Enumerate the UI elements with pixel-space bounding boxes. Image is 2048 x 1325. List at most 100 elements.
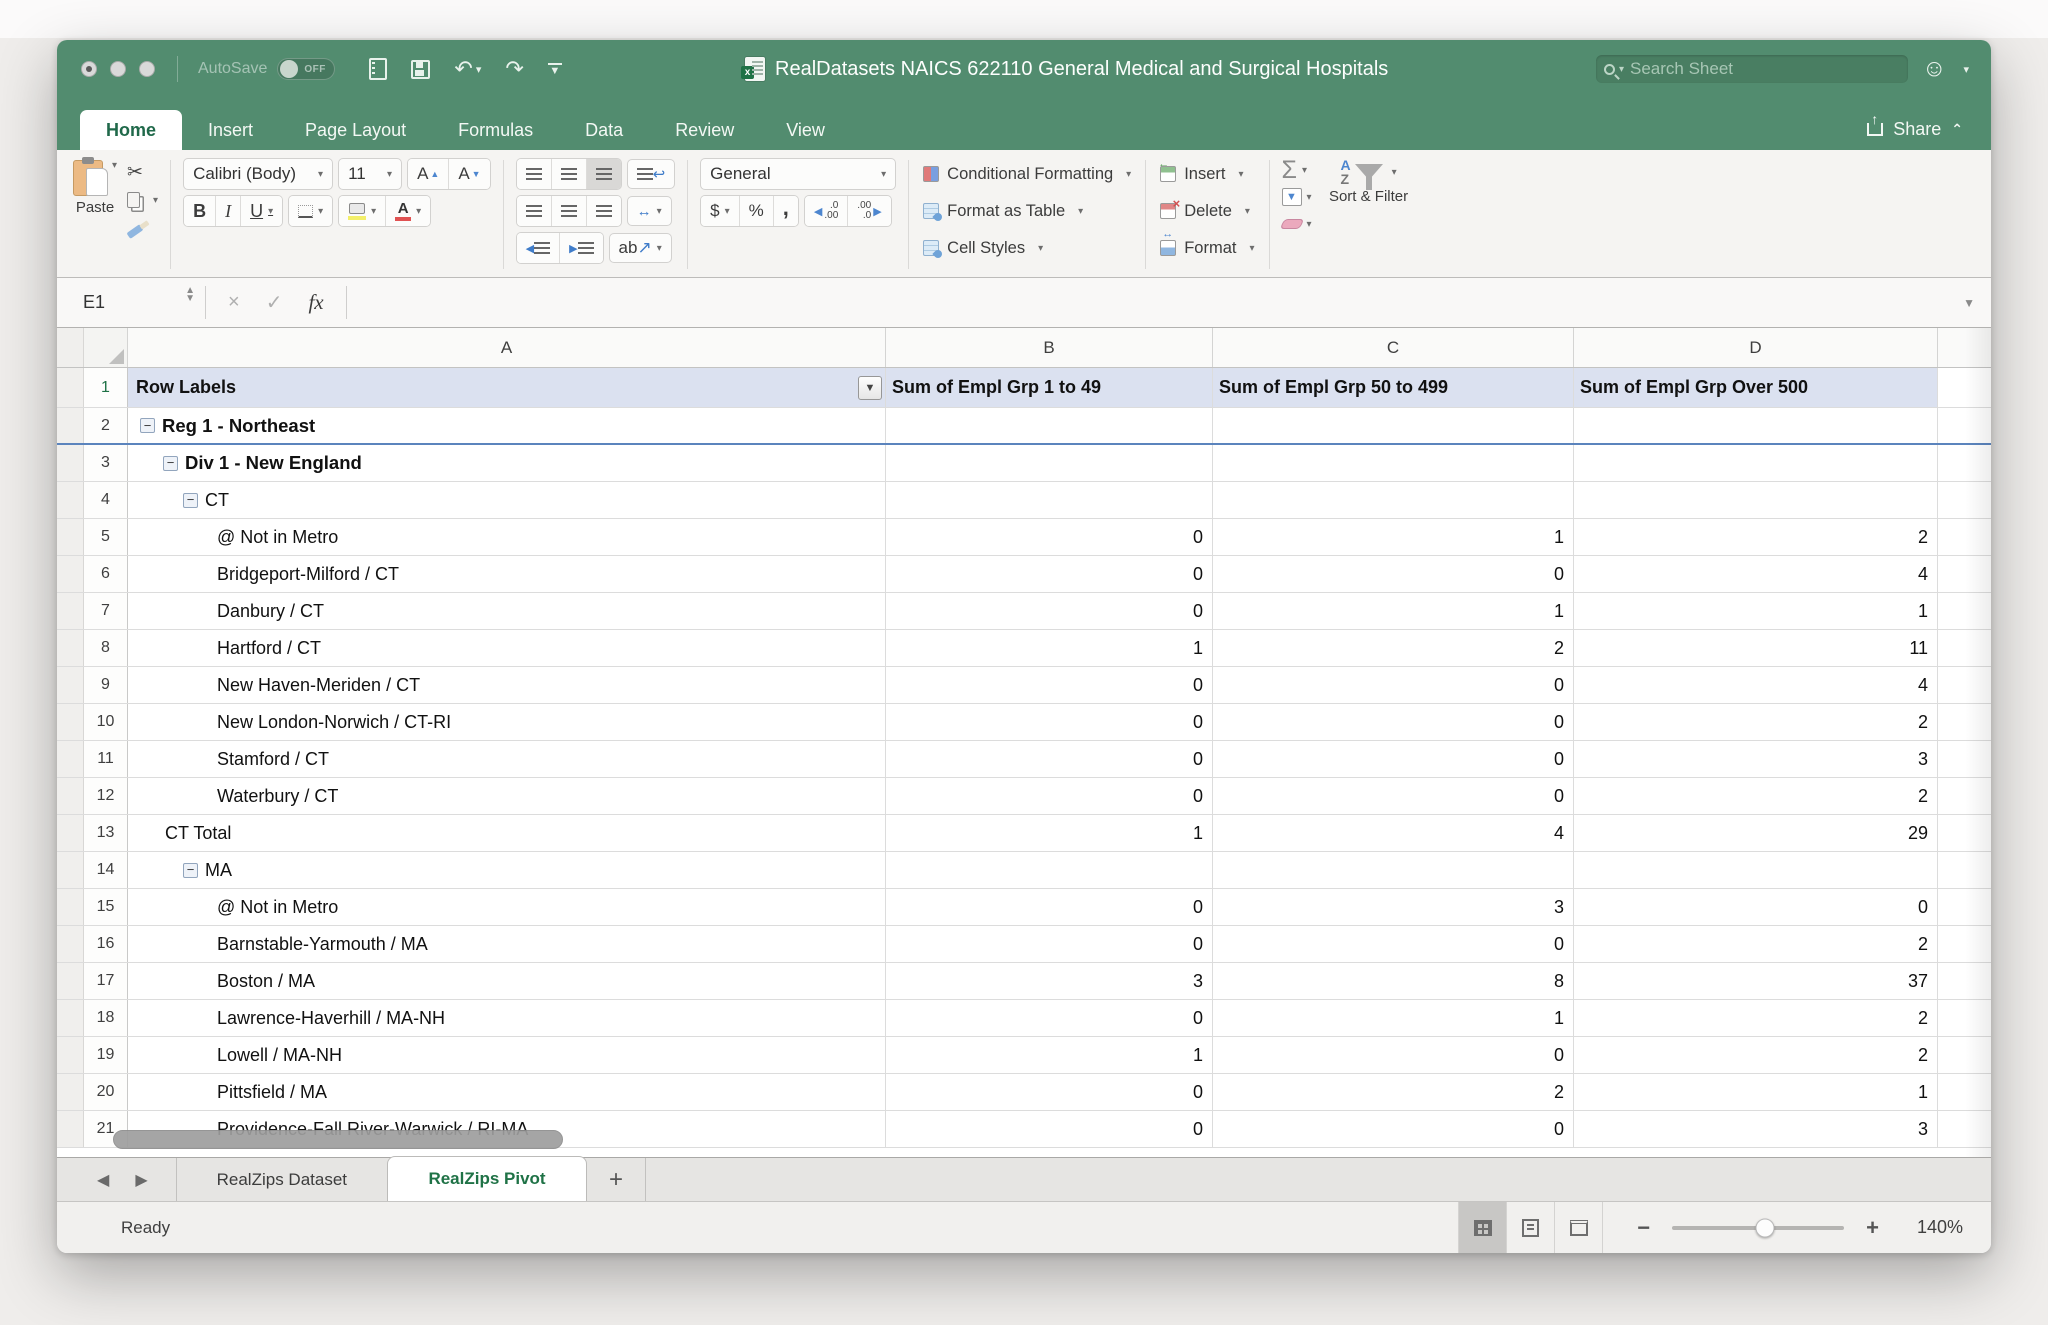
toolbar-overflow-icon[interactable]: ▼ xyxy=(548,63,562,75)
cell[interactable]: 0 xyxy=(886,1111,1213,1147)
row-number[interactable]: 1 xyxy=(84,368,128,407)
cell[interactable] xyxy=(1938,926,1991,962)
cell[interactable]: 3 xyxy=(1213,889,1574,925)
redo-icon[interactable]: ↷ xyxy=(505,58,523,80)
italic-button[interactable]: I xyxy=(216,196,241,226)
cell[interactable]: 2 xyxy=(1574,926,1938,962)
cell[interactable]: 0 xyxy=(886,889,1213,925)
cell[interactable]: 4 xyxy=(1574,556,1938,592)
cell[interactable]: 0 xyxy=(886,926,1213,962)
cell[interactable]: 0 xyxy=(886,704,1213,740)
confirm-entry-icon[interactable]: ✓ xyxy=(266,290,283,315)
cell[interactable]: 29 xyxy=(1574,815,1938,851)
align-top-button[interactable] xyxy=(517,159,552,189)
row-number[interactable]: 2 xyxy=(84,408,128,443)
normal-view-button[interactable] xyxy=(1459,1202,1507,1253)
autosave-toggle[interactable]: OFF xyxy=(277,58,335,80)
cell[interactable] xyxy=(1938,889,1991,925)
zoom-in-button[interactable]: + xyxy=(1866,1215,1879,1241)
cell[interactable]: 2 xyxy=(1574,778,1938,814)
column-header-b[interactable]: B xyxy=(886,328,1213,367)
zoom-slider[interactable] xyxy=(1672,1226,1844,1230)
format-cells-button[interactable]: Format▾ xyxy=(1158,232,1256,264)
close-window-button[interactable] xyxy=(81,61,97,77)
cell[interactable]: 0 xyxy=(1213,1037,1574,1073)
cell[interactable] xyxy=(1574,852,1938,888)
cell[interactable]: 2 xyxy=(1213,630,1574,666)
sheet-tab-realzips-dataset[interactable]: RealZips Dataset xyxy=(177,1158,387,1201)
cell[interactable]: Sum of Empl Grp 1 to 49 xyxy=(886,368,1213,407)
insert-cells-button[interactable]: Insert▾ xyxy=(1158,158,1256,190)
name-box-spinner-icon[interactable]: ▲▼ xyxy=(185,287,195,303)
comma-format-button[interactable]: , xyxy=(774,196,798,226)
cell[interactable] xyxy=(1938,704,1991,740)
filter-dropdown-button[interactable]: ▼ xyxy=(858,376,882,400)
collapse-ribbon-icon[interactable]: ⌃ xyxy=(1951,121,1963,138)
cell[interactable]: 1 xyxy=(886,815,1213,851)
share-button[interactable]: Share xyxy=(1893,119,1941,140)
cell[interactable]: 4 xyxy=(1213,815,1574,851)
clear-button[interactable]: ▾ xyxy=(1282,212,1312,236)
cell[interactable] xyxy=(1938,368,1991,407)
fill-color-button[interactable]: ▾ xyxy=(339,196,386,226)
row-number[interactable]: 5 xyxy=(84,519,128,555)
cell[interactable]: New Haven-Meriden / CT xyxy=(128,667,886,703)
row-number[interactable]: 9 xyxy=(84,667,128,703)
sheet-nav-left-icon[interactable]: ◀ xyxy=(97,1170,109,1190)
increase-font-size-button[interactable]: A xyxy=(408,159,449,189)
cell[interactable]: 1 xyxy=(1213,1000,1574,1036)
horizontal-scrollbar[interactable] xyxy=(113,1130,563,1149)
cell[interactable]: 3 xyxy=(1574,741,1938,777)
cell[interactable]: 1 xyxy=(886,630,1213,666)
cell[interactable]: 8 xyxy=(1213,963,1574,999)
align-center-button[interactable] xyxy=(552,196,587,226)
cell[interactable]: 2 xyxy=(1574,1037,1938,1073)
tab-review[interactable]: Review xyxy=(649,110,760,150)
align-right-button[interactable] xyxy=(587,196,621,226)
sort-filter-button[interactable]: AZ ▾ Sort & Filter xyxy=(1326,158,1412,236)
cell[interactable]: Row Labels▼ xyxy=(128,368,886,407)
percent-format-button[interactable]: % xyxy=(740,196,774,226)
cell[interactable]: Hartford / CT xyxy=(128,630,886,666)
column-header-c[interactable]: C xyxy=(1213,328,1574,367)
row-number[interactable]: 12 xyxy=(84,778,128,814)
cell[interactable]: @ Not in Metro xyxy=(128,889,886,925)
cell[interactable] xyxy=(1938,815,1991,851)
cell[interactable]: 0 xyxy=(1213,556,1574,592)
new-document-icon[interactable] xyxy=(369,58,387,80)
currency-format-button[interactable]: $▾ xyxy=(701,196,740,226)
cell[interactable]: 0 xyxy=(1213,778,1574,814)
cell[interactable] xyxy=(1938,963,1991,999)
borders-button[interactable]: ▾ xyxy=(289,196,332,226)
cell[interactable]: Danbury / CT xyxy=(128,593,886,629)
cell[interactable]: 11 xyxy=(1574,630,1938,666)
row-number[interactable]: 16 xyxy=(84,926,128,962)
cell[interactable] xyxy=(1574,482,1938,518)
conditional-formatting-button[interactable]: Conditional Formatting▾ xyxy=(921,158,1133,190)
cell[interactable]: 0 xyxy=(1213,741,1574,777)
decrease-decimal-button[interactable]: .00.0 ▶ xyxy=(848,196,890,226)
cell[interactable]: 0 xyxy=(886,667,1213,703)
cell[interactable]: 0 xyxy=(886,778,1213,814)
cell[interactable] xyxy=(1213,852,1574,888)
cell[interactable]: Lowell / MA-NH xyxy=(128,1037,886,1073)
cancel-entry-icon[interactable]: × xyxy=(228,291,240,314)
row-number[interactable]: 19 xyxy=(84,1037,128,1073)
row-number[interactable]: 18 xyxy=(84,1000,128,1036)
paste-button[interactable]: ▾ Paste xyxy=(73,158,117,216)
tab-home[interactable]: Home xyxy=(80,110,182,150)
row-number[interactable]: 20 xyxy=(84,1074,128,1110)
insert-function-icon[interactable]: fx xyxy=(308,290,323,315)
cell[interactable] xyxy=(1938,741,1991,777)
zoom-out-button[interactable]: − xyxy=(1637,1215,1650,1241)
cell[interactable]: 0 xyxy=(1213,926,1574,962)
cell[interactable]: 37 xyxy=(1574,963,1938,999)
cell[interactable] xyxy=(1938,630,1991,666)
cell[interactable] xyxy=(1213,482,1574,518)
font-name-dropdown[interactable]: Calibri (Body)▾ xyxy=(183,158,333,190)
cell[interactable]: 1 xyxy=(1213,593,1574,629)
cell[interactable] xyxy=(1938,778,1991,814)
paste-caret-icon[interactable]: ▾ xyxy=(112,160,117,171)
collapse-button[interactable]: − xyxy=(183,493,198,508)
select-all-corner[interactable] xyxy=(84,328,128,367)
